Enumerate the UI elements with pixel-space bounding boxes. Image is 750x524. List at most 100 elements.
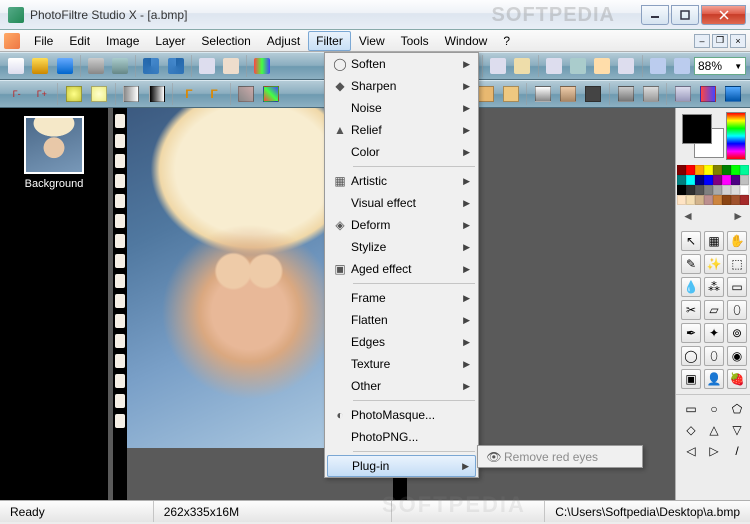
palette-swatch[interactable] [677, 165, 686, 175]
palette-swatch[interactable] [695, 185, 704, 195]
tool-button[interactable]: ◉ [727, 346, 747, 366]
print-button[interactable] [85, 55, 107, 77]
mdi-minimize[interactable]: – [694, 34, 710, 48]
tool-i[interactable] [647, 55, 669, 77]
menu-window[interactable]: Window [437, 31, 496, 51]
filter-other[interactable]: Other▶ [325, 375, 478, 397]
palette-swatch[interactable] [713, 175, 722, 185]
filter-photomasque-[interactable]: ◐PhotoMasque... [325, 404, 478, 426]
tool-button[interactable]: ✒ [681, 323, 701, 343]
palette-swatch[interactable] [704, 185, 713, 195]
mdi-restore[interactable]: ❐ [712, 34, 728, 48]
palette-swatch[interactable] [740, 165, 749, 175]
swatch-3[interactable] [499, 83, 522, 105]
palette-swatch[interactable] [686, 175, 695, 185]
color-palette[interactable] [676, 164, 750, 206]
menu-layer[interactable]: Layer [147, 31, 193, 51]
tool-button[interactable]: ⬯ [704, 346, 724, 366]
tool-button[interactable]: 👤 [704, 369, 724, 389]
new-button[interactable] [5, 55, 27, 77]
tool-button[interactable]: 💧 [681, 277, 701, 297]
tool-j[interactable] [671, 55, 693, 77]
submenu-item[interactable]: Remove red eyes [504, 450, 636, 464]
tool-button[interactable]: 🍓 [727, 369, 747, 389]
layer-thumbnail[interactable] [24, 116, 84, 174]
menu-tools[interactable]: Tools [393, 31, 437, 51]
bright-plus[interactable] [88, 83, 111, 105]
tool-button[interactable]: ✎ [681, 254, 701, 274]
palette-swatch[interactable] [704, 165, 713, 175]
filter-photopng-[interactable]: PhotoPNG... [325, 426, 478, 448]
menu-selection[interactable]: Selection [193, 31, 258, 51]
redo-button[interactable] [164, 55, 186, 77]
tool-button[interactable]: ⊚ [727, 323, 747, 343]
filter-relief[interactable]: ▲Relief▶ [325, 119, 478, 141]
palette-swatch[interactable] [731, 185, 740, 195]
auto-gamma-plus[interactable]: Γ+ [30, 83, 53, 105]
shape-button[interactable]: ⬠ [727, 400, 747, 418]
palette-swatch[interactable] [731, 175, 740, 185]
palette-swatch[interactable] [713, 195, 722, 205]
filter-stylize[interactable]: Stylize▶ [325, 236, 478, 258]
filter-color[interactable]: Color▶ [325, 141, 478, 163]
palette-swatch[interactable] [704, 195, 713, 205]
shape-button[interactable]: ◁ [681, 442, 701, 460]
swatch-10[interactable] [697, 83, 720, 105]
minimize-button[interactable] [641, 5, 669, 25]
sat-plus[interactable] [260, 83, 283, 105]
mdi-close[interactable]: × [730, 34, 746, 48]
swatch-11[interactable] [722, 83, 745, 105]
palette-swatch[interactable] [695, 165, 704, 175]
palette-swatch[interactable] [713, 185, 722, 195]
sat-minus[interactable] [235, 83, 258, 105]
auto-gamma-minus[interactable]: Γ- [5, 83, 28, 105]
filter-texture[interactable]: Texture▶ [325, 353, 478, 375]
palette-swatch[interactable] [695, 195, 704, 205]
contrast-plus[interactable] [145, 83, 168, 105]
palette-swatch[interactable] [731, 195, 740, 205]
filter-aged-effect[interactable]: ▣Aged effect▶ [325, 258, 478, 280]
swatch-6[interactable] [582, 83, 605, 105]
palette-swatch[interactable] [686, 195, 695, 205]
shape-button[interactable]: / [727, 442, 747, 460]
tool-button[interactable]: ⁂ [704, 277, 724, 297]
menu-image[interactable]: Image [98, 31, 147, 51]
palette-swatch[interactable] [677, 195, 686, 205]
shape-button[interactable]: △ [704, 421, 724, 439]
copy-button[interactable] [196, 55, 218, 77]
menu-edit[interactable]: Edit [61, 31, 98, 51]
swatch-9[interactable] [671, 83, 694, 105]
swatch-4[interactable] [531, 83, 554, 105]
palette-swatch[interactable] [740, 175, 749, 185]
palette-swatch[interactable] [722, 165, 731, 175]
paste-button[interactable] [220, 55, 242, 77]
tool-button[interactable]: ↖ [681, 231, 701, 251]
filter-plug-in[interactable]: Plug-in▶ [327, 455, 476, 477]
zoom-combo[interactable]: 88%▼ [694, 57, 746, 75]
swatch-5[interactable] [557, 83, 580, 105]
menu-adjust[interactable]: Adjust [259, 31, 308, 51]
bright-minus[interactable] [62, 83, 85, 105]
foreground-color[interactable] [682, 114, 712, 144]
filter-edges[interactable]: Edges▶ [325, 331, 478, 353]
tool-button[interactable]: ▱ [704, 300, 724, 320]
filter-flatten[interactable]: Flatten▶ [325, 309, 478, 331]
save-button[interactable] [53, 55, 75, 77]
palette-prev[interactable]: ◄ [682, 209, 694, 223]
tool-button[interactable]: ✨ [704, 254, 724, 274]
tool-f[interactable] [567, 55, 589, 77]
palette-swatch[interactable] [677, 185, 686, 195]
filter-frame[interactable]: Frame▶ [325, 287, 478, 309]
tool-d[interactable] [511, 55, 533, 77]
filter-sharpen[interactable]: ◆Sharpen▶ [325, 75, 478, 97]
palette-swatch[interactable] [704, 175, 713, 185]
palette-swatch[interactable] [686, 165, 695, 175]
palette-swatch[interactable] [731, 165, 740, 175]
palette-swatch[interactable] [713, 165, 722, 175]
spectrum-picker[interactable] [726, 112, 746, 160]
color-selector[interactable] [676, 108, 750, 164]
swatch-8[interactable] [639, 83, 662, 105]
tool-g[interactable] [591, 55, 613, 77]
tool-e[interactable] [543, 55, 565, 77]
tool-button[interactable]: ▭ [727, 277, 747, 297]
